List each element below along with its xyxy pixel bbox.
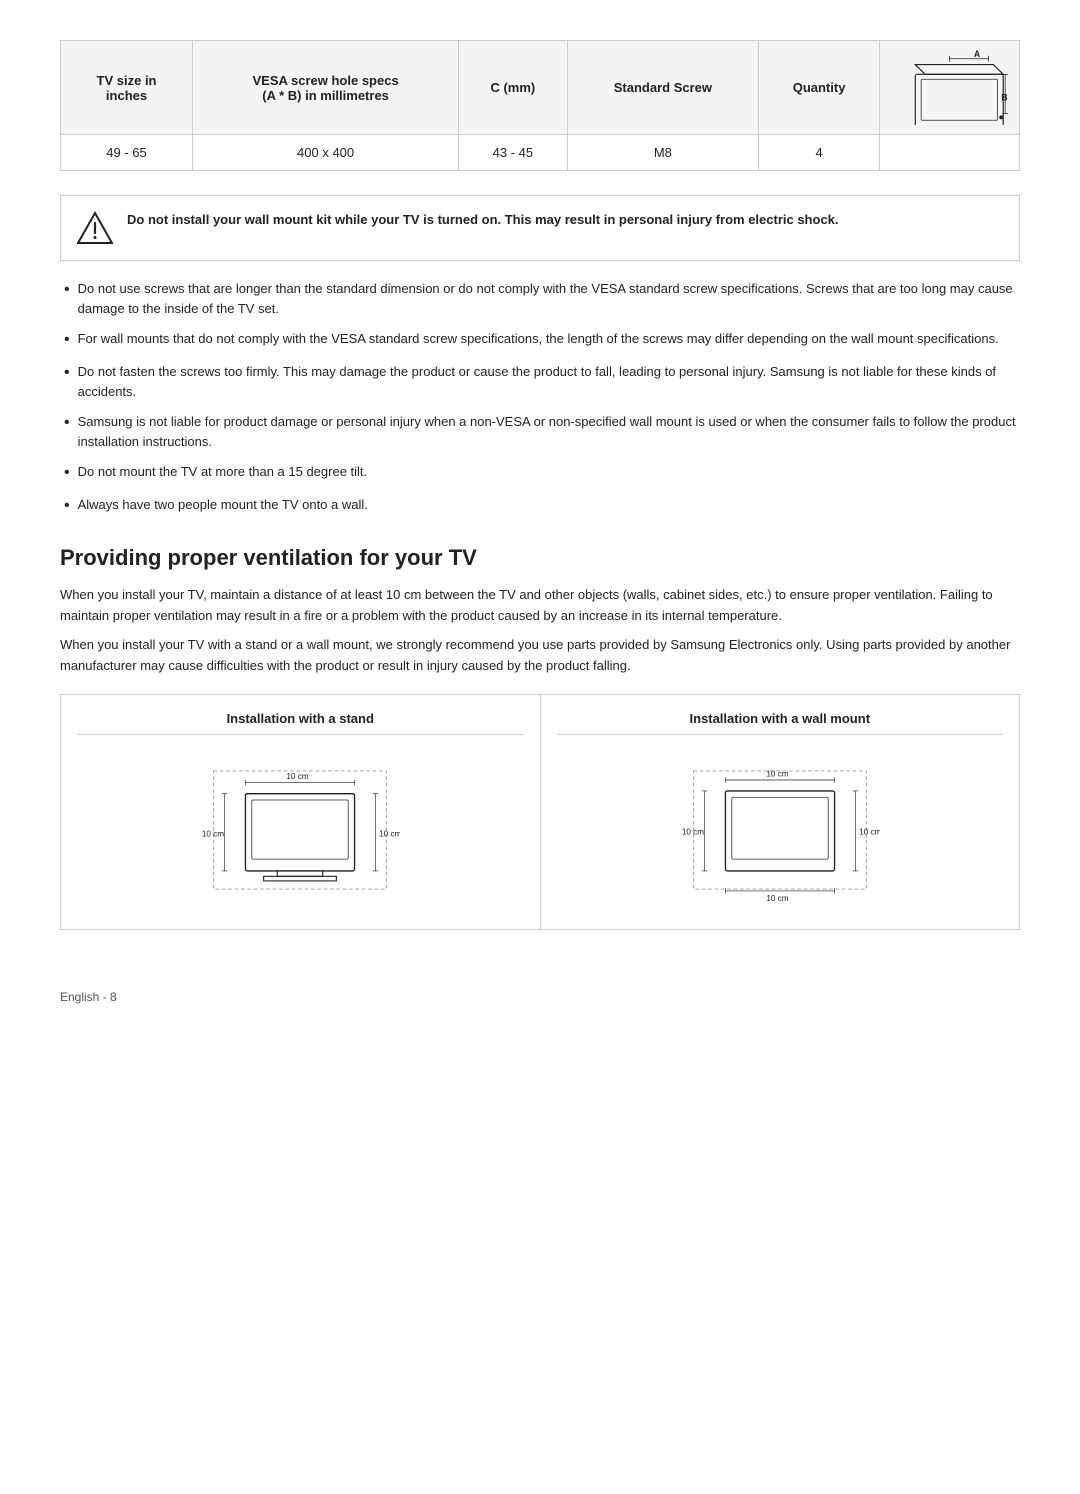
svg-text:A: A <box>974 49 981 59</box>
svg-text:10 cm: 10 cm <box>202 830 224 839</box>
vent-panel-wall: Installation with a wall mount 10 cm 10 … <box>541 695 1020 929</box>
svg-text:10 cm: 10 cm <box>766 894 788 903</box>
cell-diagram <box>880 135 1020 171</box>
list-item: For wall mounts that do not comply with … <box>64 329 1020 351</box>
table-header-c-mm: C (mm) <box>459 41 567 135</box>
list-item: Do not use screws that are longer than t… <box>64 279 1020 319</box>
vent-panel-stand-title: Installation with a stand <box>77 711 524 735</box>
cell-vesa-spec: 400 x 400 <box>193 135 459 171</box>
ventilation-heading: Providing proper ventilation for your TV <box>60 545 1020 571</box>
table-header-standard-screw: Standard Screw <box>567 41 759 135</box>
list-item: Samsung is not liable for product damage… <box>64 412 1020 452</box>
warning-icon <box>77 210 113 246</box>
ventilation-para1: When you install your TV, maintain a dis… <box>60 585 1020 627</box>
svg-text:10 cm: 10 cm <box>766 770 788 779</box>
vent-panel-stand: Installation with a stand 10 cm <box>61 695 541 929</box>
vent-diagram-stand: 10 cm 10 cm 10 cm <box>77 747 524 913</box>
cell-tv-size: 49 - 65 <box>61 135 193 171</box>
vesa-table: TV size ininches VESA screw hole specs(A… <box>60 40 1020 171</box>
bullet-list: Do not use screws that are longer than t… <box>60 279 1020 517</box>
ventilation-para2: When you install your TV with a stand or… <box>60 635 1020 677</box>
footer-text: English - 8 <box>60 990 117 1004</box>
wall-svg: 10 cm 10 cm 10 cm 10 cm <box>680 755 880 905</box>
table-header-vesa: VESA screw hole specs(A * B) in millimet… <box>193 41 459 135</box>
svg-text:B: B <box>1001 93 1007 103</box>
page-footer: English - 8 <box>60 990 1020 1004</box>
svg-text:10 cm: 10 cm <box>287 772 309 781</box>
cell-c-mm: 43 - 45 <box>459 135 567 171</box>
svg-text:10 cm: 10 cm <box>682 828 704 837</box>
cell-standard-screw: M8 <box>567 135 759 171</box>
list-item: Do not mount the TV at more than a 15 de… <box>64 462 1020 484</box>
table-header-quantity: Quantity <box>759 41 880 135</box>
svg-text:10 cm: 10 cm <box>859 828 880 837</box>
vent-panel-wall-title: Installation with a wall mount <box>557 711 1004 735</box>
warning-bold-text: Do not install your wall mount kit while… <box>127 212 839 227</box>
stand-svg: 10 cm 10 cm 10 cm <box>200 755 400 905</box>
table-row: 49 - 65 400 x 400 43 - 45 M8 4 <box>61 135 1020 171</box>
list-item: Always have two people mount the TV onto… <box>64 495 1020 517</box>
warning-text: Do not install your wall mount kit while… <box>127 210 839 230</box>
table-header-tv-size: TV size ininches <box>61 41 193 135</box>
table-header-diagram: A B <box>880 41 1020 135</box>
cell-quantity: 4 <box>759 135 880 171</box>
vent-diagram-wall: 10 cm 10 cm 10 cm 10 cm <box>557 747 1004 913</box>
svg-text:10 cm: 10 cm <box>379 830 400 839</box>
list-item: Do not fasten the screws too firmly. Thi… <box>64 362 1020 402</box>
warning-box: Do not install your wall mount kit while… <box>60 195 1020 261</box>
ventilation-diagrams: Installation with a stand 10 cm <box>60 694 1020 930</box>
tv-diagram-svg: A B <box>886 47 1013 125</box>
